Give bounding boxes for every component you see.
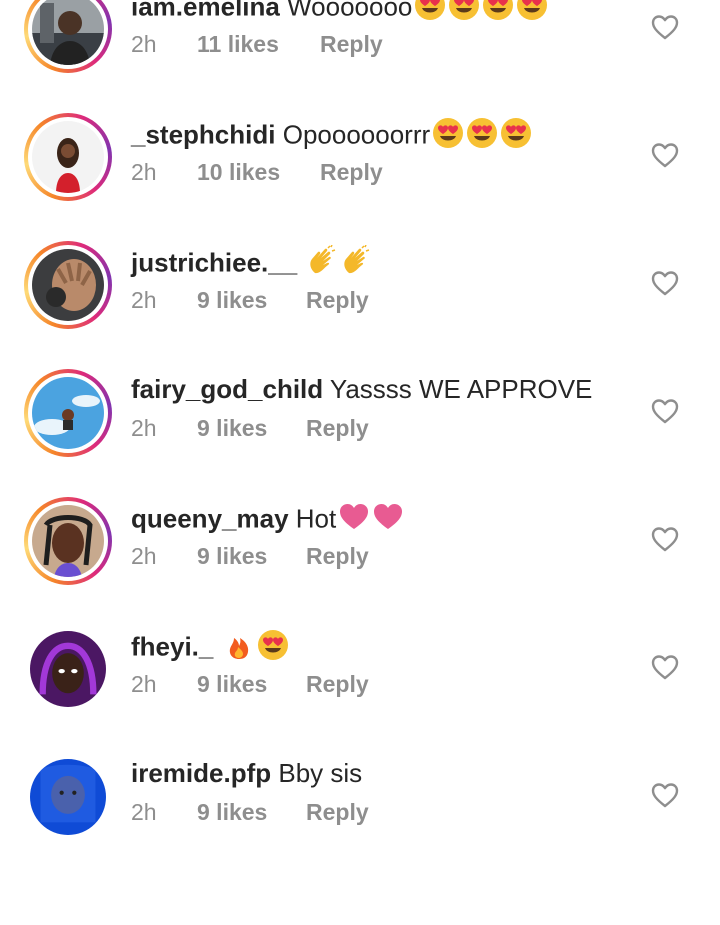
comment-likes[interactable]: 9 likes bbox=[197, 541, 267, 571]
reply-button[interactable]: Reply bbox=[306, 669, 369, 699]
comment-likes[interactable]: 9 likes bbox=[197, 669, 267, 699]
heart-outline-icon[interactable] bbox=[651, 654, 679, 680]
comment-likes[interactable]: 10 likes bbox=[197, 157, 280, 187]
comment-text-line: queeny_may Hot bbox=[131, 501, 404, 540]
heart-eyes-emoji-icon bbox=[516, 0, 548, 28]
avatar-photo bbox=[32, 121, 104, 193]
heart-outline-icon[interactable] bbox=[651, 14, 679, 40]
comment-username[interactable]: iremide.pfp bbox=[131, 758, 271, 788]
heart-outline-icon[interactable] bbox=[651, 270, 679, 296]
avatar-photo bbox=[32, 0, 104, 65]
comment-likes[interactable]: 9 likes bbox=[197, 413, 267, 443]
comment-text-line: iremide.pfp Bby sis bbox=[131, 757, 362, 789]
reply-button[interactable]: Reply bbox=[320, 29, 383, 59]
comment-time: 2h bbox=[131, 799, 157, 825]
avatar[interactable] bbox=[24, 0, 112, 73]
heart-eyes-emoji-icon bbox=[414, 0, 446, 28]
heart-eyes-emoji-icon bbox=[482, 0, 514, 28]
reply-button[interactable]: Reply bbox=[320, 157, 383, 187]
comment-username[interactable]: fheyi._ bbox=[131, 631, 213, 661]
heart-outline-icon[interactable] bbox=[651, 782, 679, 808]
comment-text-line: fairy_god_child Yassss WE APPROVE bbox=[131, 373, 592, 405]
comment-time: 2h bbox=[131, 671, 157, 697]
comment-username[interactable]: fairy_god_child bbox=[131, 374, 323, 404]
clap-emoji-icon bbox=[306, 244, 338, 284]
avatar[interactable] bbox=[24, 497, 112, 585]
heart-eyes-emoji-icon bbox=[466, 117, 498, 156]
avatar-photo bbox=[30, 631, 106, 707]
clap-emoji-icon bbox=[340, 244, 372, 284]
avatar[interactable] bbox=[24, 753, 112, 841]
avatar-photo bbox=[32, 377, 104, 449]
comment-username[interactable]: justrichiee.__ bbox=[131, 247, 297, 277]
pink-heart-emoji-icon bbox=[372, 501, 404, 540]
comment-row: iremide.pfp Bby sis 2h 9 likes Reply bbox=[0, 758, 720, 925]
pink-heart-emoji-icon bbox=[338, 501, 370, 540]
comments-list: iam.emelina Wooooooo 2h 11 likes Reply _step… bbox=[0, 0, 720, 864]
heart-outline-icon[interactable] bbox=[651, 526, 679, 552]
avatar[interactable] bbox=[24, 113, 112, 201]
fire-emoji-icon bbox=[223, 629, 255, 668]
heart-outline-icon[interactable] bbox=[651, 398, 679, 424]
heart-eyes-emoji-icon bbox=[448, 0, 480, 28]
reply-button[interactable]: Reply bbox=[306, 797, 369, 827]
reply-button[interactable]: Reply bbox=[306, 285, 369, 315]
comment-likes[interactable]: 11 likes bbox=[197, 29, 279, 59]
reply-button[interactable]: Reply bbox=[306, 541, 369, 571]
heart-outline-icon[interactable] bbox=[651, 142, 679, 168]
comment-text-line: iam.emelina Wooooooo bbox=[131, 0, 548, 28]
comment-body: Opoooooorrr bbox=[282, 119, 431, 150]
avatar[interactable] bbox=[24, 369, 112, 457]
avatar-photo bbox=[30, 759, 106, 835]
comment-text-line: _stephchidi Opoooooorrr bbox=[131, 117, 532, 156]
comment-text-line: justrichiee.__ bbox=[131, 244, 372, 284]
comment-body: Bby sis bbox=[278, 758, 363, 788]
avatar-photo bbox=[32, 505, 104, 577]
comment-body: Wooooooo bbox=[287, 0, 413, 22]
comment-body: Yassss WE APPROVE bbox=[329, 374, 593, 404]
comment-text-line: fheyi._ bbox=[131, 629, 289, 668]
avatar[interactable] bbox=[24, 625, 112, 713]
comment-likes[interactable]: 9 likes bbox=[197, 285, 267, 315]
comment-time: 2h bbox=[131, 159, 157, 185]
avatar-photo bbox=[32, 249, 104, 321]
comment-time: 2h bbox=[131, 415, 157, 441]
heart-eyes-emoji-icon bbox=[500, 117, 532, 156]
reply-button[interactable]: Reply bbox=[306, 413, 369, 443]
heart-eyes-emoji-icon bbox=[257, 629, 289, 668]
comment-body: Hot bbox=[295, 503, 337, 534]
heart-eyes-emoji-icon bbox=[432, 117, 464, 156]
comment-likes[interactable]: 9 likes bbox=[197, 797, 267, 827]
comment-username[interactable]: iam.emelina bbox=[131, 0, 280, 21]
comment-username[interactable]: queeny_may bbox=[131, 503, 289, 533]
comment-username[interactable]: _stephchidi bbox=[131, 119, 275, 149]
comment-time: 2h bbox=[131, 287, 157, 313]
avatar[interactable] bbox=[24, 241, 112, 329]
comment-time: 2h bbox=[131, 543, 157, 569]
comment-time: 2h bbox=[131, 31, 157, 57]
